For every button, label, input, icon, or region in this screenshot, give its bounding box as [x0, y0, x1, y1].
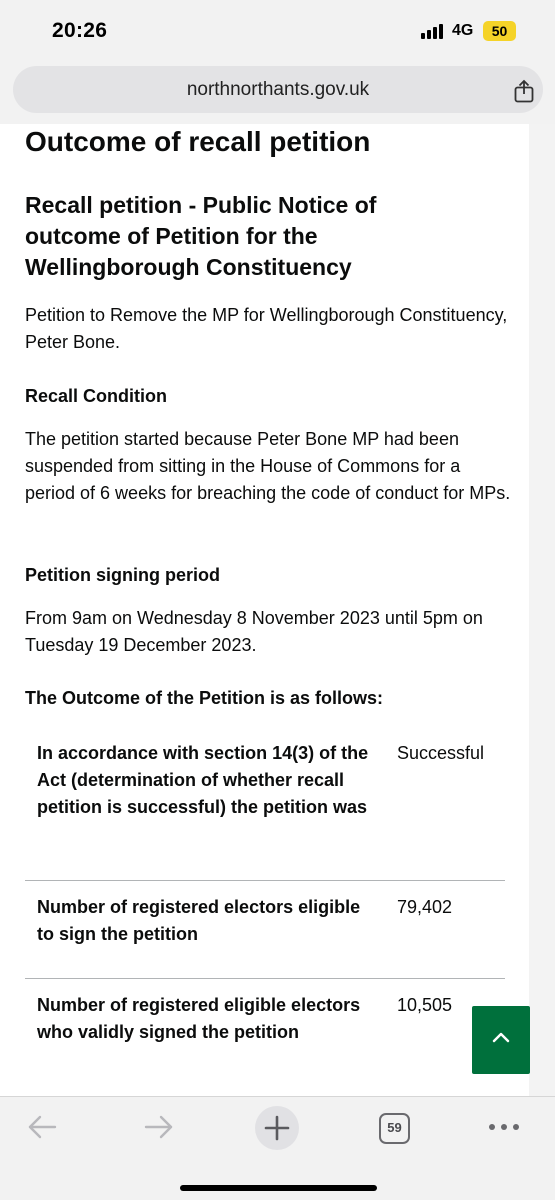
battery-icon: 50 — [483, 21, 516, 41]
row-divider — [25, 978, 505, 979]
home-indicator[interactable] — [180, 1185, 377, 1191]
row-value: 10,505 — [397, 995, 453, 1015]
row-label: In accordance with section 14(3) of the … — [37, 743, 369, 817]
page-title: Outcome of recall petition — [25, 126, 371, 157]
network-type: 4G — [452, 22, 474, 39]
row-label: Number of registered electors eligible t… — [37, 897, 361, 944]
notice-heading: Recall petition - Public Notice of outco… — [25, 192, 377, 280]
row-value: 79,402 — [397, 897, 453, 917]
row-value: Successful — [397, 743, 485, 763]
address-bar[interactable]: northnorthants.gov.uk — [13, 66, 543, 113]
browser-toolbar: 59 — [0, 1096, 555, 1200]
back-to-top-button[interactable] — [472, 1006, 530, 1074]
page-margin — [529, 124, 555, 1096]
back-arrow-icon[interactable] — [26, 1113, 58, 1141]
row-divider — [25, 880, 505, 881]
new-tab-plus-icon[interactable] — [254, 1105, 300, 1151]
recall-condition-text: The petition started because Peter Bone … — [25, 429, 511, 503]
tabs-icon[interactable]: 59 — [379, 1113, 410, 1144]
intro-text: Petition to Remove the MP for Wellingbor… — [25, 305, 508, 352]
signing-period-text: From 9am on Wednesday 8 November 2023 un… — [25, 608, 483, 655]
more-icon[interactable] — [487, 1122, 521, 1132]
signal-strength-icon — [421, 24, 447, 39]
forward-arrow-icon[interactable] — [143, 1113, 175, 1141]
status-bar: 20:26 4G 50 — [0, 0, 555, 62]
url-text[interactable]: northnorthants.gov.uk — [13, 79, 543, 101]
status-time: 20:26 — [52, 19, 108, 42]
browser-address-area: northnorthants.gov.uk — [0, 62, 555, 124]
page-content: Outcome of recall petition Recall petiti… — [0, 124, 555, 1096]
signing-period-heading: Petition signing period — [25, 565, 220, 585]
share-icon[interactable] — [512, 79, 536, 103]
row-label: Number of registered eligible electors w… — [37, 995, 361, 1042]
recall-condition-heading: Recall Condition — [25, 386, 168, 406]
outcome-heading: The Outcome of the Petition is as follow… — [25, 688, 384, 708]
chevron-up-icon — [492, 1032, 510, 1043]
